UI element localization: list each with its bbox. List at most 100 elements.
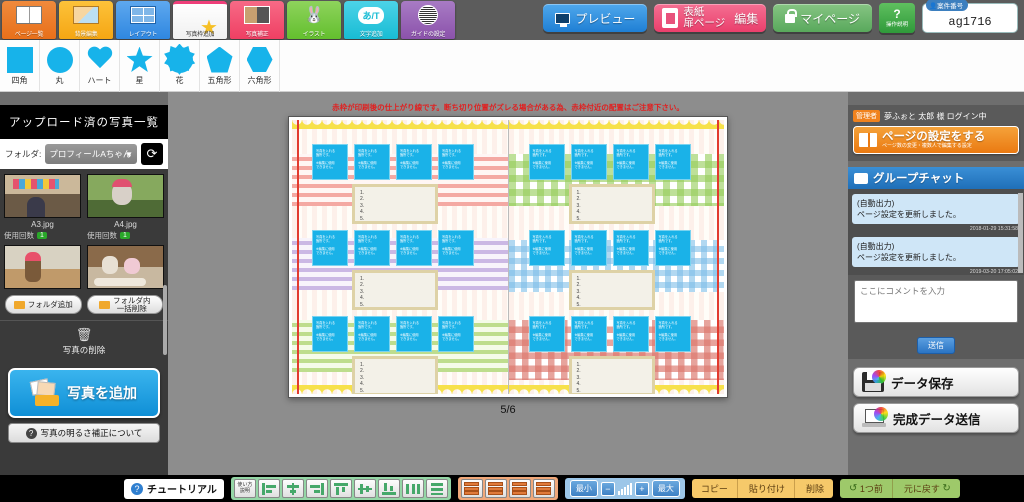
shape-hexagon[interactable]: 六角形 [240,40,280,92]
photo-slot[interactable]: 写真を入れる 箇所です。 ※編集に使用 できません。 [354,144,390,180]
bring-forward-button[interactable] [484,479,507,498]
tool-tab-layout[interactable]: レイアウト [116,1,170,39]
photo-slot[interactable]: 写真を入れる 箇所です。 ※編集に使用 できません。 [612,144,649,180]
photo-slot[interactable]: 写真を入れる 箇所です。 ※編集に使用 できません。 [612,230,649,266]
tool-tab-photo-correction[interactable]: 写真補正 [230,1,284,39]
page-spread[interactable]: 写真を入れる 箇所です。 ※編集に使用 できません。 写真を入れる 箇所です。 … [288,116,728,398]
photo-thumbnail-item[interactable] [87,245,164,291]
tool-tab-page-list[interactable]: ページ一覧 [2,1,56,39]
tool-tab-add-text[interactable]: あ/T 文字追加 [344,1,398,39]
undo-button[interactable]: ↺ 1つ前 [840,479,893,498]
send-to-back-button[interactable] [532,479,555,498]
refresh-icon[interactable]: ⟳ [141,143,163,165]
case-number-field[interactable]: 👤案件番号 ag1716 [922,0,1018,33]
save-data-button[interactable]: データ保存 [853,367,1019,397]
add-folder-button[interactable]: フォルダ追加 [5,295,82,314]
photo-slot[interactable]: 写真を入れる 箇所です。 ※編集に使用 できません。 [438,144,474,180]
page-setting-button[interactable]: ページの設定をする ページ数の変更・複数人で編集する設定 [853,126,1019,154]
distribute-v-button[interactable] [425,479,448,498]
photo-slot[interactable]: 写真を入れる 箇所です。 ※編集に使用 できません。 [396,144,432,180]
align-left-button[interactable] [257,479,280,498]
zoom-out-icon[interactable]: − [600,481,615,496]
delete-photo-button[interactable]: 🗑 写真の削除 [0,321,168,363]
tool-tab-add-photo-frame[interactable]: ★ 写真枠追加 [173,1,227,39]
photo-slot[interactable]: 写真を入れる 箇所です。 ※編集に使用 できません。 [312,316,348,352]
align-center-h-button[interactable] [281,479,304,498]
align-bottom-button[interactable] [377,479,400,498]
zoom-min-button[interactable]: 最小 [569,480,598,497]
photo-thumbnail[interactable] [4,245,81,289]
photo-slot[interactable]: 写真を入れる 箇所です。 ※編集に使用 できません。 [570,230,607,266]
photo-slot[interactable]: 写真を入れる 箇所です。 ※編集に使用 できません。 [354,230,390,266]
tool-tab-background-edit[interactable]: 背景編集 [59,1,113,39]
align-top-button[interactable] [329,479,352,498]
page-right[interactable]: 写真を入れる 箇所です。 ※編集に使用 できません。 写真を入れる 箇所です。 … [508,120,724,394]
photo-thumbnail[interactable] [87,174,164,218]
howto-button[interactable]: 使い方 説明 [233,479,256,498]
copy-button[interactable]: コピー [692,479,738,498]
photo-slot[interactable]: 写真を入れる 箇所です。 ※編集に使用 できません。 [312,230,348,266]
page-left[interactable]: 写真を入れる 箇所です。 ※編集に使用 できません。 写真を入れる 箇所です。 … [292,120,509,394]
photo-slot[interactable]: 写真を入れる 箇所です。 ※編集に使用 できません。 [654,316,691,352]
zoom-level-bars[interactable] [617,482,632,495]
photo-slot[interactable]: 写真を入れる 箇所です。 ※編集に使用 できません。 [654,230,691,266]
photo-slot[interactable]: 写真を入れる 箇所です。 ※編集に使用 できません。 [570,316,607,352]
text-slot[interactable]: 1. 2. 3. 4. 5. [352,356,438,394]
photo-thumbnail-item[interactable]: A4.jpg 使用回数 1 [87,174,164,241]
shape-pentagon[interactable]: 五角形 [200,40,240,92]
chat-scrollbar[interactable] [1018,193,1023,273]
photo-slot[interactable]: 写真を入れる 箇所です。 ※編集に使用 できません。 [438,316,474,352]
shape-square[interactable]: 四角 [0,40,40,92]
bring-to-front-button[interactable] [460,479,483,498]
brightness-help-button[interactable]: ? 写真の明るさ補正について [8,423,160,443]
photo-slot[interactable]: 写真を入れる 箇所です。 ※編集に使用 できません。 [354,316,390,352]
text-slot[interactable]: 1. 2. 3. 4. 5. [568,270,655,310]
photo-slot[interactable]: 写真を入れる 箇所です。 ※編集に使用 できません。 [312,144,348,180]
tool-tab-illustration[interactable]: 🐰 イラスト [287,1,341,39]
photo-slot[interactable]: 写真を入れる 箇所です。 ※編集に使用 できません。 [528,230,565,266]
help-button[interactable]: ? 操作説明 [879,3,915,33]
text-slot[interactable]: 1. 2. 3. 4. 5. [352,184,438,224]
align-right-button[interactable] [305,479,328,498]
mypage-button[interactable]: マイページ [773,4,872,32]
distribute-h-button[interactable] [401,479,424,498]
photo-thumbnail[interactable] [87,245,164,289]
text-slot[interactable]: 1. 2. 3. 4. 5. [568,184,655,224]
photo-thumbnail-item[interactable] [4,245,81,291]
zoom-in-icon[interactable]: + [634,481,649,496]
tutorial-button[interactable]: ? チュートリアル [124,478,224,499]
photo-slot[interactable]: 写真を入れる 箇所です。 ※編集に使用 できません。 [612,316,649,352]
photo-slot[interactable]: 写真を入れる 箇所です。 ※編集に使用 できません。 [528,316,565,352]
delete-button[interactable]: 削除 [797,479,833,498]
text-slot[interactable]: 1. 2. 3. 4. 5. [352,270,438,310]
preview-button[interactable]: プレビュー [543,4,648,32]
cover-page-edit-button[interactable]: 表紙 扉ページ 編集 [654,4,767,32]
photo-thumbnail-item[interactable]: A3.jpg 使用回数 1 [4,174,81,241]
chat-messages[interactable]: (自動出力) ページ設定を更新しました。 2018-01-29 15:31:58… [848,189,1024,275]
comment-input[interactable] [854,280,1018,323]
send-button[interactable]: 送信 [917,337,955,354]
shape-flower[interactable]: 花 [160,40,200,92]
photo-slot[interactable]: 写真を入れる 箇所です。 ※編集に使用 できません。 [396,230,432,266]
align-middle-button[interactable] [353,479,376,498]
photo-slot[interactable]: 写真を入れる 箇所です。 ※編集に使用 できません。 [438,230,474,266]
photo-thumbnail[interactable] [4,174,81,218]
redo-button[interactable]: 元に戻す ↻ [895,479,960,498]
delete-folder-button[interactable]: フォルダ内 一括削除 [86,295,163,314]
send-data-button[interactable]: 完成データ送信 [853,403,1019,433]
sidebar-scrollbar[interactable] [163,285,167,355]
photo-slot[interactable]: 写真を入れる 箇所です。 ※編集に使用 できません。 [528,144,565,180]
photo-slot[interactable]: 写真を入れる 箇所です。 ※編集に使用 できません。 [654,144,691,180]
send-backward-button[interactable] [508,479,531,498]
text-slot[interactable]: 1. 2. 3. 4. 5. [568,356,655,394]
tool-tab-guide-setting[interactable]: ガイドの設定 [401,1,455,39]
photo-slot[interactable]: 写真を入れる 箇所です。 ※編集に使用 できません。 [570,144,607,180]
shape-circle[interactable]: 丸 [40,40,80,92]
photo-slot[interactable]: 写真を入れる 箇所です。 ※編集に使用 できません。 [396,316,432,352]
add-photo-button[interactable]: 写真を追加 [8,368,160,418]
shape-star[interactable]: 星 [120,40,160,92]
paste-button[interactable]: 貼り付け [740,479,795,498]
shape-heart[interactable]: ハート [80,40,120,92]
zoom-max-button[interactable]: 最大 [651,480,680,497]
folder-select[interactable]: プロフィールAちゃん ▼ [45,144,137,164]
